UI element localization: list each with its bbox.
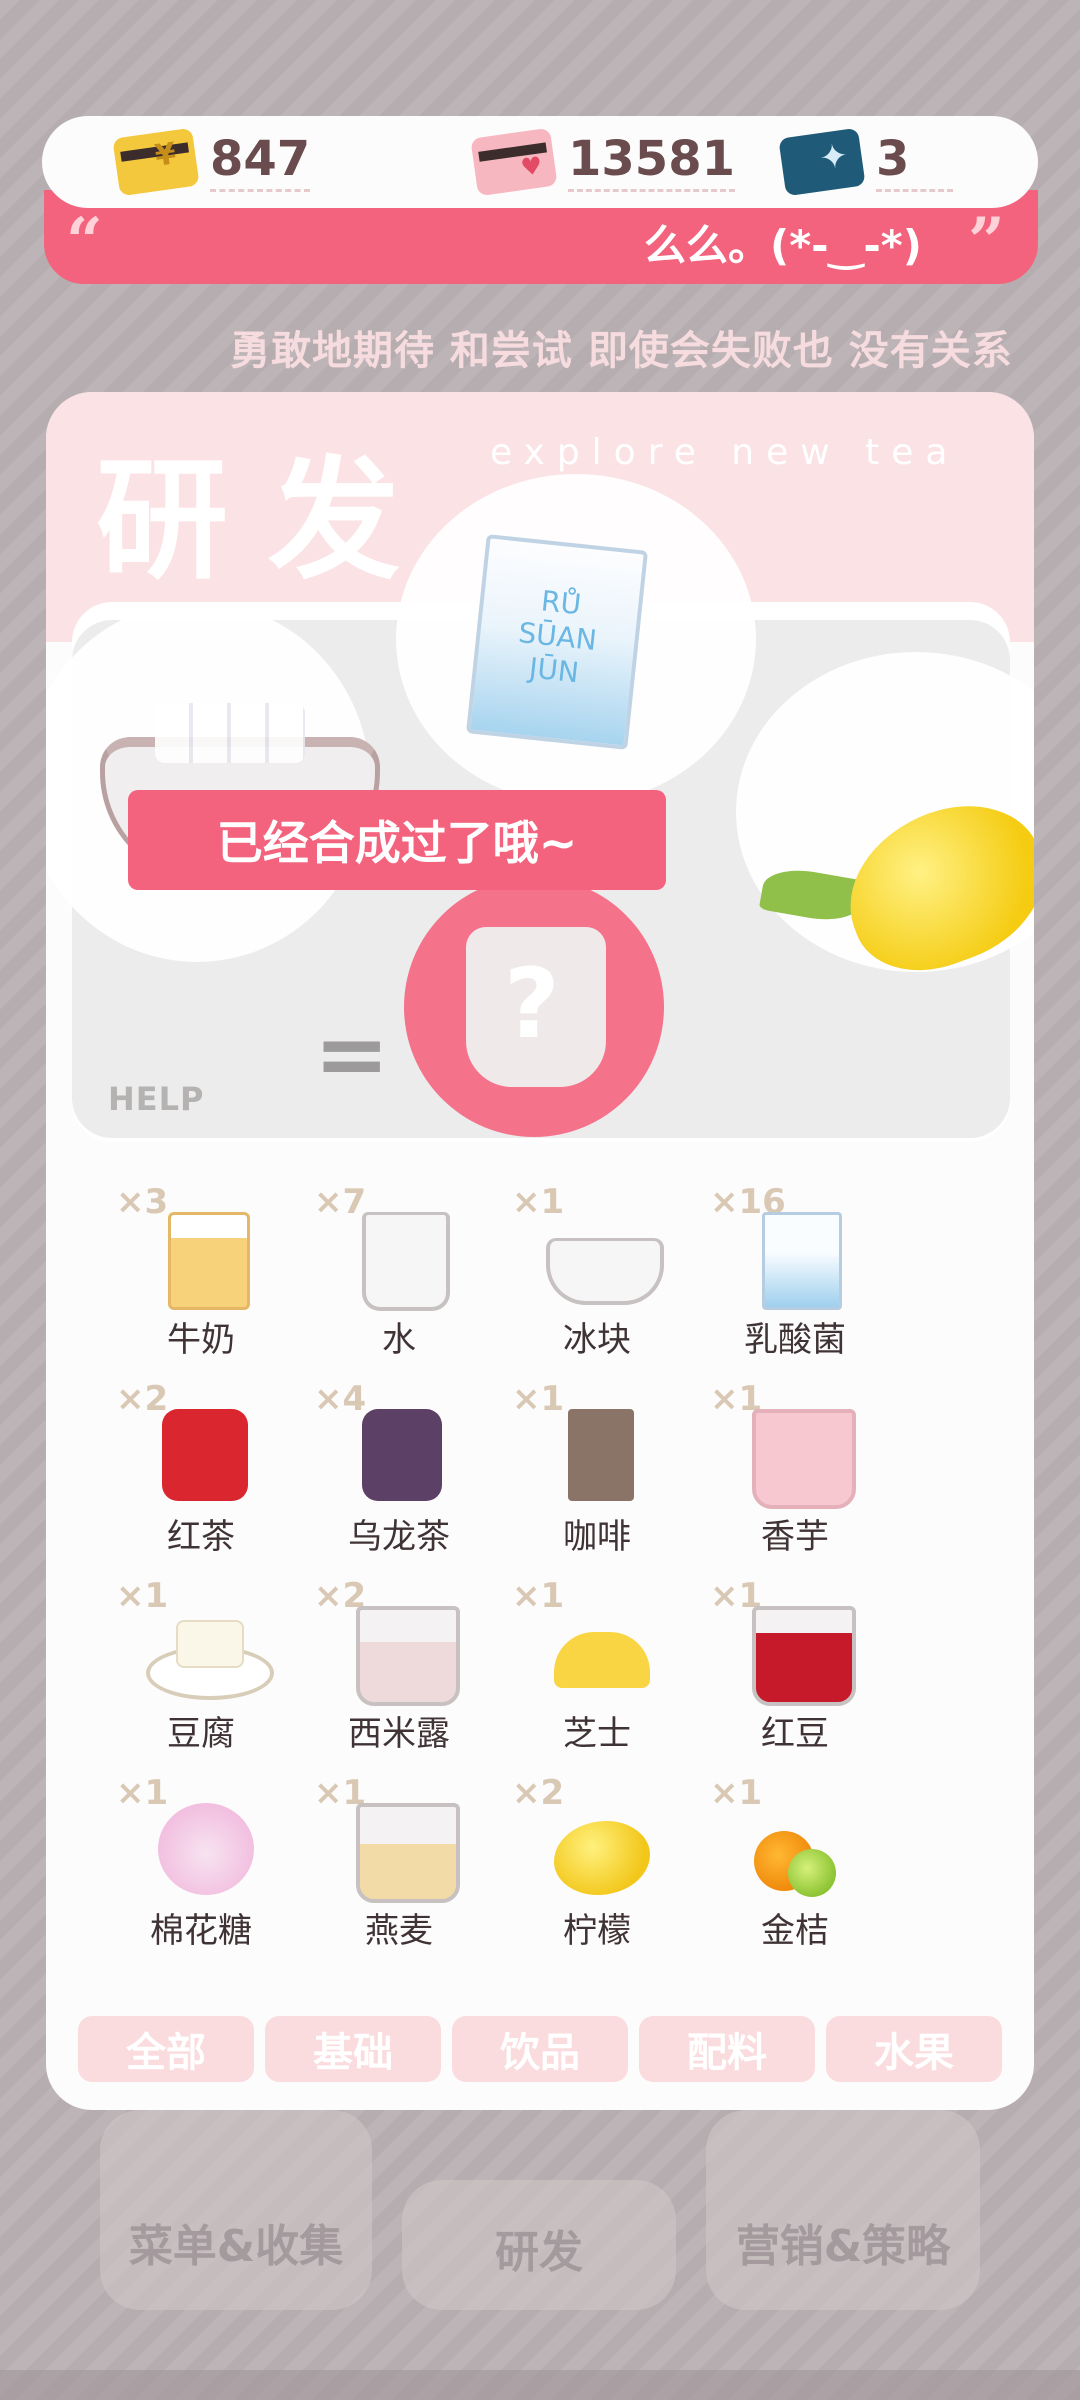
background-research-label: 研发 bbox=[495, 2227, 583, 2278]
heart-card-icon bbox=[470, 127, 558, 197]
item-label: 豆腐 bbox=[167, 1714, 235, 1754]
tab-fruits[interactable]: 水果 bbox=[826, 2016, 1002, 2082]
water-glass-icon bbox=[362, 1212, 450, 1311]
currency-tickets[interactable]: 3 bbox=[778, 127, 954, 197]
item-count: ×4 bbox=[314, 1379, 367, 1419]
currency-coins[interactable]: 847 bbox=[112, 127, 311, 197]
category-tabs: 全部 基础 饮品 配料 水果 bbox=[78, 2016, 1002, 2082]
carton-text: RŮ SŪAN JŪN bbox=[516, 584, 599, 690]
heart-count: 13581 bbox=[568, 133, 735, 192]
ingredient-red-bean[interactable]: ×1 红豆 bbox=[710, 1576, 880, 1756]
gold-card-icon bbox=[112, 127, 200, 197]
background-bottom-bar bbox=[0, 2370, 1080, 2400]
panel-title: 研发 bbox=[96, 444, 440, 598]
currency-bar: 847 13581 3 bbox=[42, 116, 1038, 208]
item-count: ×1 bbox=[512, 1576, 565, 1616]
tab-basic[interactable]: 基础 bbox=[265, 2016, 441, 2082]
ingredient-kumquat[interactable]: ×1 金桔 bbox=[710, 1773, 880, 1953]
background-research-button: 研发 bbox=[402, 2180, 676, 2310]
item-count: ×1 bbox=[512, 1379, 565, 1419]
currency-hearts[interactable]: 13581 bbox=[470, 127, 735, 197]
coin-count: 847 bbox=[210, 133, 311, 192]
item-label: 香芋 bbox=[761, 1517, 829, 1557]
item-count: ×1 bbox=[710, 1773, 763, 1813]
question-mark-icon: ? bbox=[504, 948, 560, 1060]
ingredient-tofu[interactable]: ×1 豆腐 bbox=[116, 1576, 286, 1756]
item-count: ×1 bbox=[512, 1182, 565, 1222]
help-button[interactable]: HELP bbox=[108, 1080, 204, 1118]
item-label: 棉花糖 bbox=[150, 1911, 252, 1951]
item-count: ×3 bbox=[116, 1182, 169, 1222]
coffee-bag-icon bbox=[568, 1409, 634, 1501]
item-count: ×7 bbox=[314, 1182, 367, 1222]
background-menu-label: 菜单&收集 bbox=[128, 2221, 344, 2272]
taro-glass-icon bbox=[752, 1409, 856, 1509]
item-label: 红豆 bbox=[761, 1714, 829, 1754]
item-label: 冰块 bbox=[563, 1320, 631, 1360]
open-quote-icon: “ bbox=[66, 204, 103, 279]
item-label: 水 bbox=[382, 1320, 416, 1360]
background-menu-button: 菜单&收集 bbox=[100, 2110, 372, 2310]
already-crafted-toast: 已经合成过了哦~ bbox=[128, 790, 666, 890]
ticket-count: 3 bbox=[876, 133, 954, 192]
item-label: 芝士 bbox=[563, 1714, 631, 1754]
banner-message: 么么。(*-‿-*) bbox=[644, 221, 922, 270]
item-count: ×1 bbox=[116, 1773, 169, 1813]
background-marketing-label: 营销&策略 bbox=[735, 2221, 951, 2272]
background-marketing-button: 营销&策略 bbox=[706, 2110, 980, 2310]
equals-sign: = bbox=[314, 1002, 390, 1107]
cheese-plate-icon bbox=[554, 1632, 650, 1688]
tab-drinks[interactable]: 饮品 bbox=[452, 2016, 628, 2082]
ingredient-cheese[interactable]: ×1 芝士 bbox=[512, 1576, 682, 1756]
lemon-icon bbox=[554, 1821, 650, 1895]
research-panel: 研发 explore new tea RŮ SŪAN JŪN = ? HELP … bbox=[46, 392, 1034, 2110]
ingredient-oolong-tea[interactable]: ×4 乌龙茶 bbox=[314, 1379, 484, 1559]
red-bean-glass-icon bbox=[752, 1606, 856, 1706]
tab-all[interactable]: 全部 bbox=[78, 2016, 254, 2082]
item-label: 西米露 bbox=[348, 1714, 450, 1754]
motto-text: 勇敢地期待 和尝试 即使会失败也 没有关系 bbox=[230, 328, 1013, 374]
sago-glass-icon bbox=[356, 1606, 460, 1706]
item-label: 燕麦 bbox=[365, 1911, 433, 1951]
ingredient-oat[interactable]: ×1 燕麦 bbox=[314, 1773, 484, 1953]
lactobacillus-carton-icon bbox=[762, 1212, 842, 1310]
panel-subtitle: explore new tea bbox=[490, 432, 960, 473]
item-label: 牛奶 bbox=[167, 1320, 235, 1360]
ingredient-water[interactable]: ×7 水 bbox=[314, 1182, 484, 1362]
oat-glass-icon bbox=[356, 1803, 460, 1903]
ticket-card-icon bbox=[778, 127, 866, 197]
item-label: 乳酸菌 bbox=[744, 1320, 846, 1360]
item-label: 红茶 bbox=[167, 1517, 235, 1557]
ingredient-coffee[interactable]: ×1 咖啡 bbox=[512, 1379, 682, 1559]
ice-bowl-icon bbox=[546, 1238, 664, 1305]
ingredient-lemon[interactable]: ×2 柠檬 bbox=[512, 1773, 682, 1953]
item-count: ×2 bbox=[512, 1773, 565, 1813]
item-count: ×2 bbox=[116, 1379, 169, 1419]
kumquat-icon bbox=[754, 1831, 836, 1897]
item-label: 乌龙茶 bbox=[348, 1517, 450, 1557]
item-label: 金桔 bbox=[761, 1911, 829, 1951]
tab-toppings[interactable]: 配料 bbox=[639, 2016, 815, 2082]
milk-carton-icon bbox=[168, 1212, 250, 1310]
lactobacillus-carton-icon: RŮ SŪAN JŪN bbox=[465, 534, 649, 750]
ingredient-lactobacillus[interactable]: ×16 乳酸菌 bbox=[710, 1182, 880, 1362]
item-label: 咖啡 bbox=[563, 1517, 631, 1557]
close-quote-icon: ” bbox=[968, 204, 1005, 279]
tofu-plate-icon bbox=[146, 1620, 274, 1700]
ingredient-milk[interactable]: ×3 牛奶 bbox=[116, 1182, 286, 1362]
ingredient-black-tea[interactable]: ×2 红茶 bbox=[116, 1379, 286, 1559]
ingredient-ice[interactable]: ×1 冰块 bbox=[512, 1182, 682, 1362]
item-count: ×1 bbox=[116, 1576, 169, 1616]
oolong-tea-tin-icon bbox=[362, 1409, 442, 1501]
ingredient-marshmallow[interactable]: ×1 棉花糖 bbox=[116, 1773, 286, 1953]
marshmallow-bag-icon bbox=[158, 1803, 254, 1895]
ingredient-sago[interactable]: ×2 西米露 bbox=[314, 1576, 484, 1756]
ingredient-taro[interactable]: ×1 香芋 bbox=[710, 1379, 880, 1559]
black-tea-tin-icon bbox=[162, 1409, 248, 1501]
item-label: 柠檬 bbox=[563, 1911, 631, 1951]
